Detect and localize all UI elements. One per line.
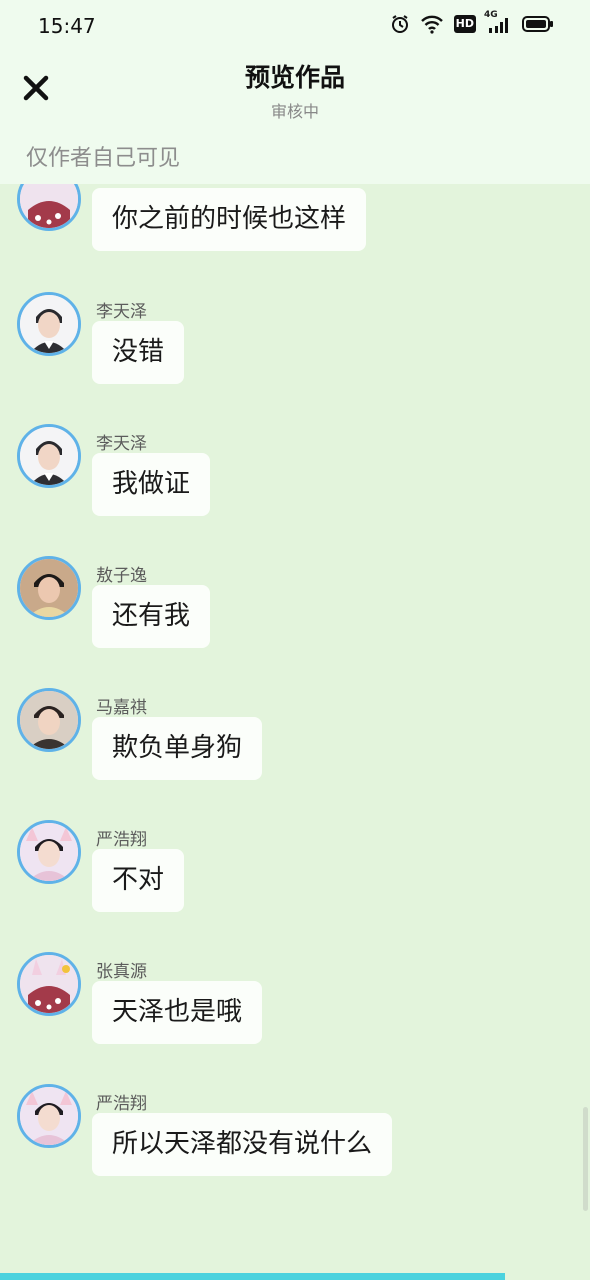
page-title: 预览作品 [244,63,345,92]
wifi-icon [420,14,444,34]
ao-ziyi-avatar[interactable] [17,556,81,620]
bunny-hat-avatar[interactable] [17,184,81,231]
message-bubble[interactable]: 还有我 [92,585,211,648]
message-bubble[interactable]: 所以天泽都没有说什么 [92,1113,393,1176]
hd-label: HD [455,17,474,30]
hd-icon: HD [453,15,476,33]
sender-name: 敖子逸 [96,566,147,586]
scrollbar[interactable] [583,1107,588,1211]
visibility-note: 仅作者自己可见 [26,146,181,171]
alarm-icon [390,14,410,34]
sender-name: 马嘉祺 [96,698,147,718]
review-status: 审核中 [270,102,319,121]
zhang-zhenyuan-avatar[interactable] [17,952,81,1016]
li-tianze-avatar[interactable] [17,424,81,488]
sender-name: 李天泽 [96,434,147,454]
network-label: 4G [484,10,498,20]
sender-name: 严浩翔 [96,1094,147,1114]
battery-icon [522,15,554,33]
ma-jiaqi-avatar[interactable] [17,688,81,752]
message-bubble[interactable]: 你之前的时候也这样 [92,188,367,251]
sender-name: 张真源 [96,962,147,982]
header-area: 15:47 HD 4G 预览作品 审核中 仅作者自己可见 [0,0,590,184]
sender-name: 李天泽 [96,302,147,322]
message-bubble[interactable]: 欺负单身狗 [92,717,263,780]
message-bubble[interactable]: 天泽也是哦 [92,981,263,1044]
yan-haoxiang-avatar[interactable] [17,820,81,884]
message-bubble[interactable]: 没错 [92,321,185,384]
progress-bar [0,1273,505,1280]
sender-name: 严浩翔 [96,830,147,850]
li-tianze-avatar[interactable] [17,292,81,356]
status-icons: HD 4G [390,10,554,34]
status-bar: 15:47 HD 4G [0,0,590,52]
yan-haoxiang-avatar[interactable] [17,1084,81,1148]
message-bubble[interactable]: 不对 [92,849,185,912]
signal-4g-icon: 4G [484,10,512,34]
status-time: 15:47 [38,14,96,38]
chat-list[interactable]: 你之前的时候也这样 李天泽 没错 李天泽 我做证 敖子逸 还有我 马嘉祺 欺负单… [0,184,590,1274]
message-bubble[interactable]: 我做证 [92,453,211,516]
